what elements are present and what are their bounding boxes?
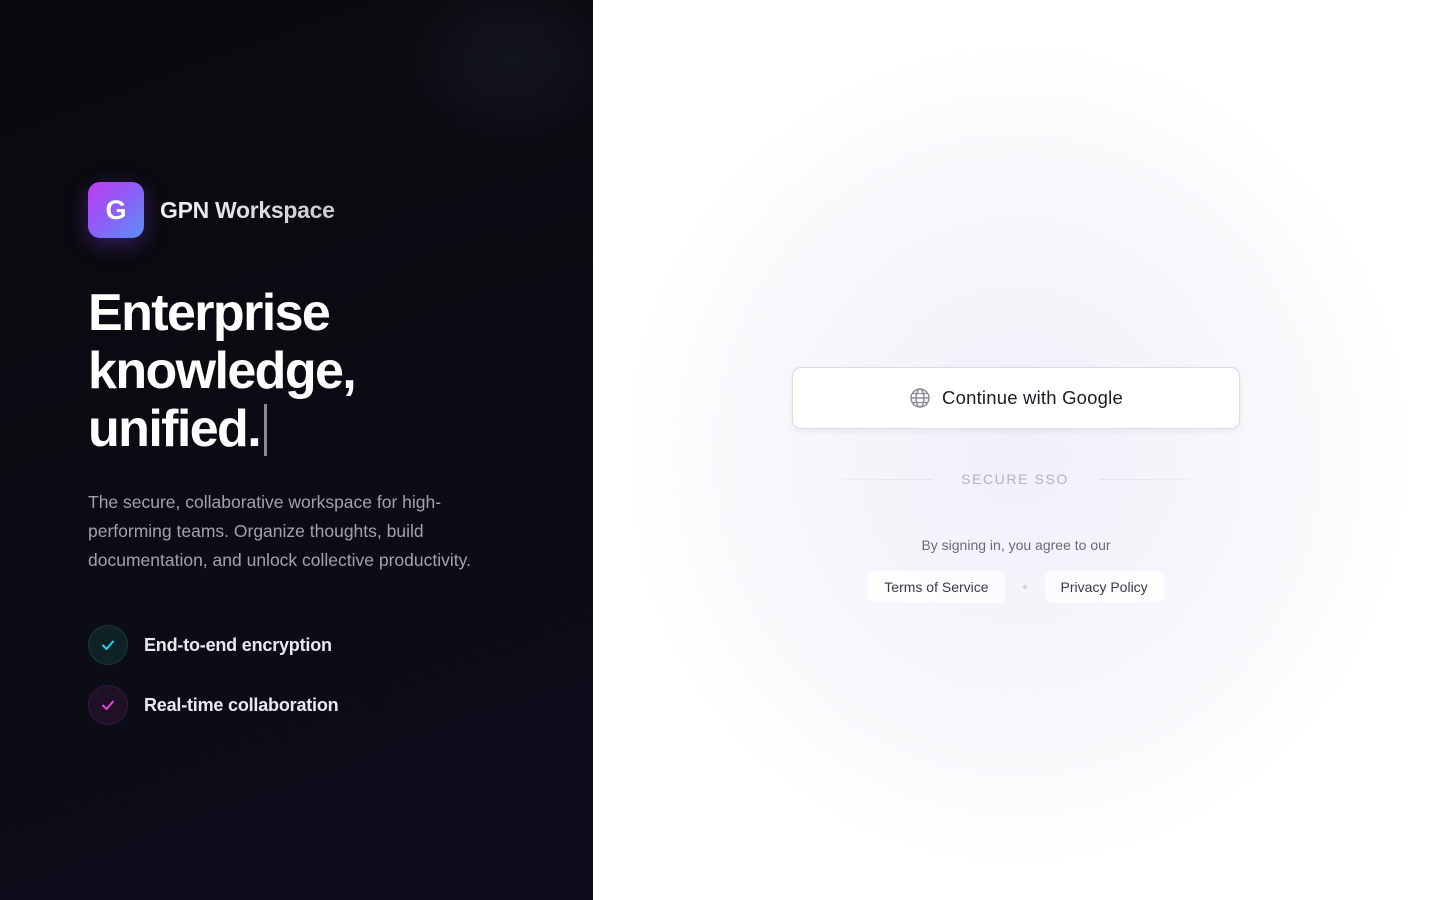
brand-logo-letter: G <box>105 194 127 225</box>
sso-divider: SECURE SSO <box>808 470 1222 488</box>
headline: Enterprise knowledge, unified. <box>88 284 528 458</box>
globe-icon <box>909 387 931 409</box>
terms-of-service-link[interactable]: Terms of Service <box>868 571 1005 603</box>
agreement-text: By signing in, you agree to our <box>921 537 1111 553</box>
headline-line-3: unified. <box>88 400 528 458</box>
divider-line-right <box>1098 478 1222 480</box>
signin-panel: Continue with Google SECURE SSO By signi… <box>593 0 1440 900</box>
hero-description: The secure, collaborative workspace for … <box>88 492 471 570</box>
marketing-panel: G GPN Workspace Enterprise knowledge, un… <box>0 0 593 900</box>
divider-line-left <box>808 478 932 480</box>
brand-logo: G <box>88 182 144 238</box>
feature-item-encryption: End-to-end encryption <box>88 625 528 665</box>
legal-links: Terms of Service Privacy Policy <box>792 569 1240 605</box>
feature-label-encryption: End-to-end encryption <box>144 634 332 655</box>
brand-name: GPN Workspace <box>160 196 335 223</box>
headline-line-3-text: unified. <box>88 400 262 458</box>
continue-with-google-button[interactable]: Continue with Google <box>792 367 1240 429</box>
headline-line-2: knowledge, <box>88 342 357 400</box>
separator-dot <box>1022 585 1027 589</box>
privacy-policy-link[interactable]: Privacy Policy <box>1044 571 1164 603</box>
divider-text: SECURE SSO <box>961 471 1069 487</box>
feature-item-collaboration: Real-time collaboration <box>88 685 528 725</box>
text-caret <box>264 404 268 456</box>
feature-list: End-to-end encryption Real-time collabor… <box>88 625 528 725</box>
check-icon <box>88 625 128 665</box>
continue-with-google-label: Continue with Google <box>942 387 1123 408</box>
headline-line-1: Enterprise <box>88 284 331 342</box>
marketing-content: G GPN Workspace Enterprise knowledge, un… <box>88 182 528 745</box>
feature-label-collaboration: Real-time collaboration <box>144 694 339 715</box>
brand: G GPN Workspace <box>88 182 528 238</box>
check-icon <box>88 685 128 725</box>
login-page: G GPN Workspace Enterprise knowledge, un… <box>0 0 1440 900</box>
